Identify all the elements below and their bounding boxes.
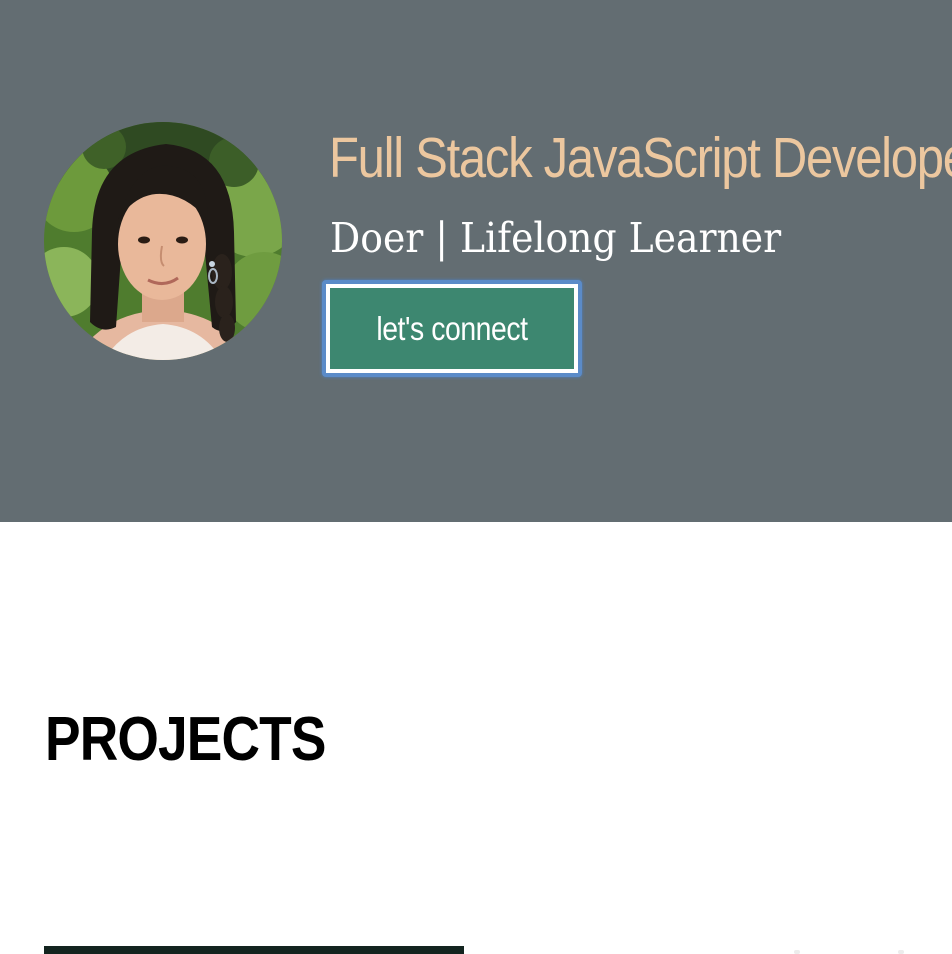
project-card-edge [794, 950, 800, 954]
hero-headline: Full Stack JavaScript Developer [329, 126, 952, 190]
project-card[interactable] [44, 946, 464, 954]
profile-avatar [44, 122, 282, 360]
profile-photo-icon [44, 122, 282, 360]
lets-connect-button-face: let's connect [330, 288, 574, 369]
project-card-edge [898, 950, 904, 954]
lets-connect-button[interactable]: let's connect [322, 280, 582, 377]
lets-connect-button-label: let's connect [376, 309, 528, 347]
hero-section: Full Stack JavaScript Developer Doer | L… [0, 0, 952, 522]
projects-section-title: PROJECTS [45, 705, 326, 774]
hero-subhead: Doer | Lifelong Learner [330, 214, 782, 262]
